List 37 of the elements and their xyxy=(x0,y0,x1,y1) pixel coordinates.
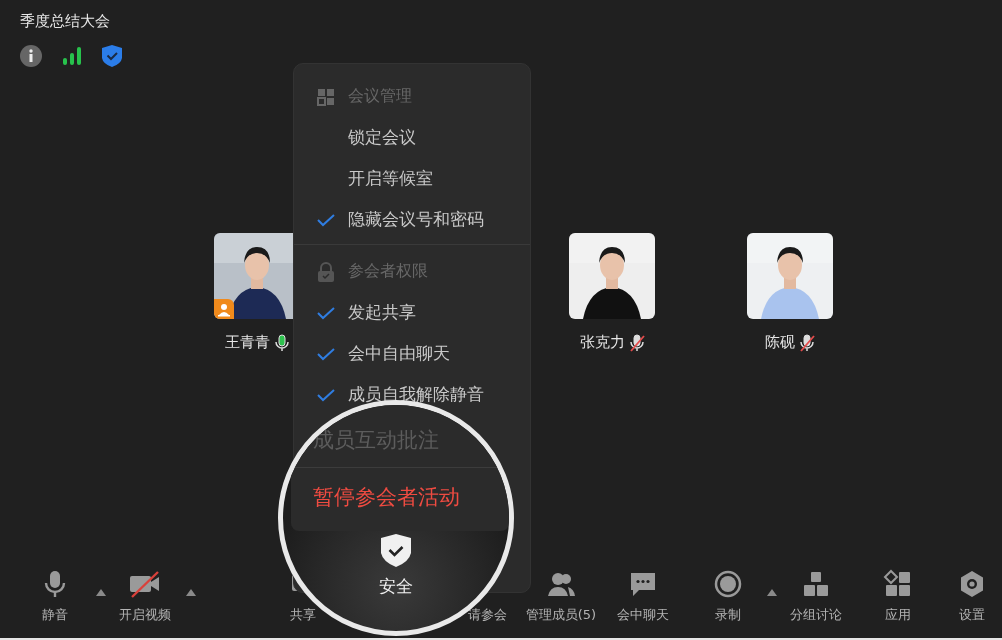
toolbar-label[interactable]: 安全 xyxy=(379,575,413,598)
check-icon xyxy=(316,387,336,402)
check-icon xyxy=(316,305,336,320)
apps-icon[interactable] xyxy=(882,569,913,599)
toolbar-label[interactable]: 设置 xyxy=(958,606,985,624)
meeting-title: 季度总结大会 xyxy=(20,12,111,31)
signal-icon[interactable] xyxy=(62,47,82,65)
menu-item[interactable]: 隐藏会议号和密码 xyxy=(348,208,484,231)
info-icon[interactable] xyxy=(20,45,42,67)
menu-header: 会议管理 xyxy=(348,86,412,107)
participant-name: 陈砚 xyxy=(765,333,795,352)
menu-item[interactable]: 开启等候室 xyxy=(348,167,433,190)
caret-icon[interactable] xyxy=(186,589,196,596)
toolbar-label[interactable]: 静音 xyxy=(42,606,68,624)
caret-icon[interactable] xyxy=(96,589,106,596)
caret-icon[interactable] xyxy=(767,589,777,596)
toolbar-label[interactable]: 分组讨论 xyxy=(789,606,842,624)
grid-icon xyxy=(317,87,335,106)
check-icon xyxy=(316,212,336,227)
toolbar-label[interactable]: 应用 xyxy=(884,606,911,624)
menu-header: 参会者权限 xyxy=(348,261,428,282)
toolbar-label[interactable]: 录制 xyxy=(715,606,741,624)
menu-item[interactable]: 锁定会议 xyxy=(348,126,416,149)
shield-icon[interactable] xyxy=(381,534,411,567)
participant-name: 王青青 xyxy=(224,333,270,352)
toolbar-label[interactable]: 共享 xyxy=(290,606,316,624)
menu-item[interactable]: 会中自由聊天 xyxy=(348,342,450,365)
video-off-icon[interactable] xyxy=(128,569,162,599)
toolbar-label[interactable]: 会中聊天 xyxy=(616,606,669,624)
toolbar-label[interactable]: 请参会 xyxy=(467,606,507,624)
record-icon[interactable] xyxy=(713,569,743,599)
check-icon xyxy=(316,346,336,361)
toolbar-label[interactable]: 管理成员(5) xyxy=(525,606,597,624)
menu-item[interactable]: 发起共享 xyxy=(348,301,416,324)
participant-name: 张克力 xyxy=(579,333,625,352)
lock-icon xyxy=(317,261,335,282)
toolbar-label[interactable]: 开启视频 xyxy=(119,606,171,624)
